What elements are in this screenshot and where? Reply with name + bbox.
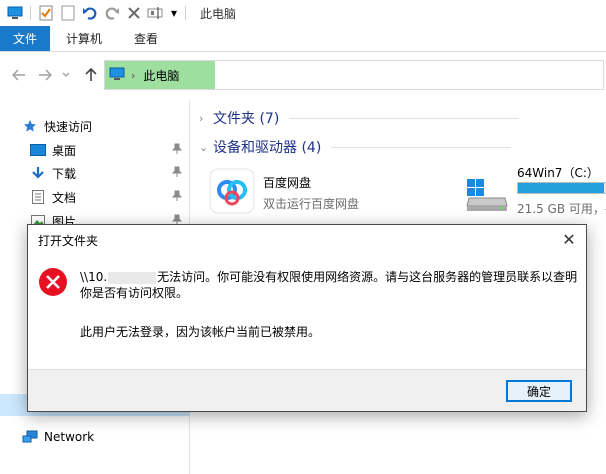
ok-button[interactable]: 确定 — [506, 380, 572, 402]
computer-icon — [109, 67, 125, 84]
document-icon — [30, 189, 46, 205]
windows-drive-icon — [465, 178, 509, 212]
window-title: 此电脑 — [200, 6, 237, 21]
tile-name: 百度网盘 — [263, 176, 312, 190]
forward-arrow-icon[interactable] — [36, 66, 54, 84]
error-dialog: 打开文件夹 ✕ \\10. 无法访问。你可能没有权限使用网络资源。请与这台服务器的… — [27, 224, 587, 412]
toolbar-separator — [185, 6, 186, 20]
nav-item-label: 下载 — [52, 166, 77, 181]
dialog-body: \\10. 无法访问。你可能没有权限使用网络资源。请与这台服务器的管理员联系以查明… — [28, 255, 586, 369]
group-divider — [289, 117, 520, 119]
nav-item-quick-access[interactable]: 快速访问 — [22, 115, 92, 137]
ribbon-tabs: 文件 计算机 查看 — [0, 26, 606, 52]
message-path-prefix: \\10. — [80, 270, 108, 284]
toolbar-separator — [30, 6, 31, 20]
dialog-message: \\10. 无法访问。你可能没有权限使用网络资源。请与这台服务器的管理员联系以查明… — [80, 269, 580, 301]
tile-drive-c[interactable]: 64Win7（C:） 21.5 GB 可用，共 — [465, 164, 606, 224]
address-bar[interactable]: › 此电脑 — [104, 60, 604, 90]
group-folders[interactable]: › 文件夹 (7) — [199, 108, 520, 128]
pin-icon — [171, 166, 184, 180]
redo-icon[interactable] — [103, 4, 121, 22]
delete-icon[interactable] — [125, 4, 143, 22]
tab-computer[interactable]: 计算机 — [50, 26, 118, 51]
tab-view[interactable]: 查看 — [118, 26, 174, 51]
rename-icon[interactable] — [147, 4, 165, 22]
star-icon — [22, 118, 38, 134]
chevron-right-icon: › — [199, 111, 204, 125]
group-label: 文件夹 (7) — [213, 111, 280, 127]
tile-subtitle: 双击运行百度网盘 — [263, 197, 360, 211]
error-icon — [38, 267, 68, 297]
nav-item-downloads[interactable]: 下载 — [30, 162, 190, 184]
nav-item-label: Network — [44, 430, 95, 444]
baidu-netdisk-icon — [209, 168, 255, 214]
drive-name: 64Win7（C:） — [517, 166, 599, 180]
drive-free-space: 21.5 GB 可用，共 — [517, 202, 606, 216]
nav-item-label: 快速访问 — [44, 119, 93, 134]
nav-item-label: 桌面 — [52, 143, 77, 158]
recent-locations-chevron-icon[interactable] — [60, 66, 72, 84]
group-devices-drives[interactable]: ⌄ 设备和驱动器 (4) — [199, 137, 512, 157]
group-divider — [331, 146, 512, 148]
dialog-title: 打开文件夹 — [38, 233, 99, 248]
customize-toolbar-dropdown[interactable]: ▾ — [169, 4, 179, 22]
breadcrumb-this-pc[interactable]: 此电脑 — [143, 67, 179, 84]
nav-item-desktop[interactable]: 桌面 — [30, 139, 190, 161]
network-icon — [22, 429, 38, 445]
nav-item-documents[interactable]: 文档 — [30, 186, 190, 208]
dialog-footer: 确定 — [28, 369, 586, 411]
tab-file[interactable]: 文件 — [0, 26, 51, 51]
drive-usage-fill — [518, 183, 604, 193]
tile-baidu-netdisk[interactable]: 百度网盘 双击运行百度网盘 — [209, 168, 429, 218]
redacted-address — [108, 271, 157, 284]
close-icon[interactable]: ✕ — [560, 231, 578, 249]
desktop-icon — [30, 142, 46, 158]
group-label: 设备和驱动器 (4) — [213, 140, 322, 156]
computer-icon[interactable] — [6, 4, 24, 22]
navigation-bar: › 此电脑 — [0, 52, 606, 96]
up-arrow-icon[interactable] — [82, 66, 100, 84]
chevron-down-icon: ⌄ — [199, 140, 209, 154]
breadcrumb-chevron-icon[interactable]: › — [131, 69, 135, 82]
back-arrow-icon[interactable] — [10, 66, 28, 84]
quick-access-toolbar: ▾ — [0, 0, 192, 26]
nav-item-network[interactable]: Network — [22, 426, 94, 448]
pin-icon — [171, 190, 184, 204]
title-bar: ▾ 此电脑 — [0, 0, 606, 26]
pin-icon — [171, 143, 184, 157]
undo-icon[interactable] — [81, 4, 99, 22]
download-icon — [30, 165, 46, 181]
nav-item-label: 文档 — [52, 190, 77, 205]
new-folder-icon[interactable] — [59, 4, 77, 22]
dialog-detail: 此用户无法登录，因为该帐户当前已被禁用。 — [80, 325, 321, 339]
drive-usage-bar — [517, 182, 606, 194]
properties-icon[interactable] — [37, 4, 55, 22]
explorer-window: ▾ 此电脑 文件 计算机 查看 › 此电脑 快速访问 桌面 下载 文档 图片 N… — [0, 0, 606, 474]
